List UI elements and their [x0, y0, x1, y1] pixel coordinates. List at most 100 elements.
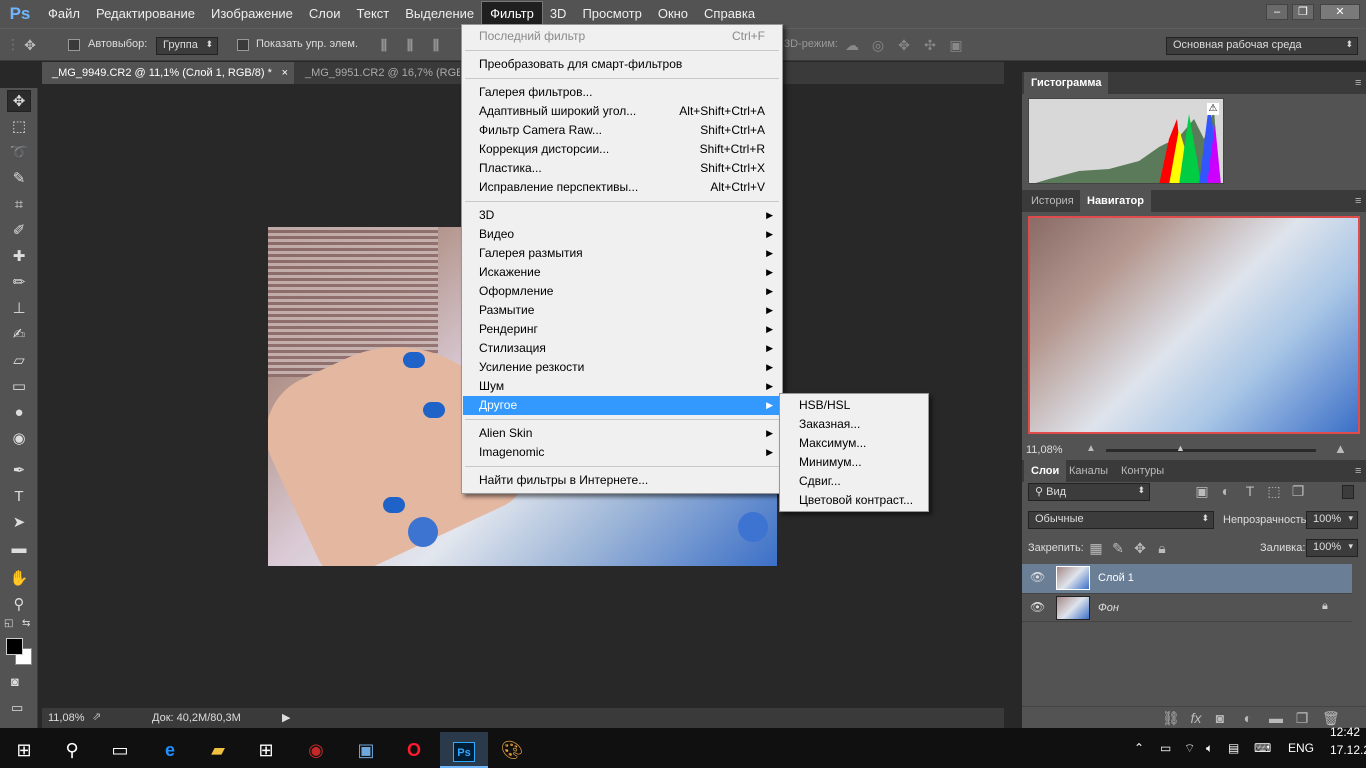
filter-type-icon[interactable]: T [1242, 483, 1258, 499]
rectangle-tool-icon[interactable]: ▬ [7, 538, 31, 560]
menu-category-6[interactable]: Рендеринг ▶ [463, 320, 781, 339]
close-button[interactable]: ✕ [1320, 4, 1360, 20]
roll-3d-icon[interactable]: ◎ [870, 37, 886, 53]
keyboard-icon[interactable]: ⌨ [1254, 728, 1271, 768]
tab-layers[interactable]: Слои [1024, 460, 1067, 482]
quick-mask-icon[interactable]: ◙ [11, 674, 19, 689]
tab-navigator[interactable]: Навигатор [1080, 190, 1151, 212]
zoom-slider[interactable] [1106, 449, 1316, 452]
menu-0[interactable]: Файл [40, 2, 88, 26]
menu-filter-1[interactable]: Адаптивный широкий угол... Alt+Shift+Ctrl… [463, 102, 781, 121]
slide-3d-icon[interactable]: ✣ [922, 37, 938, 53]
submenu-item-4[interactable]: Сдвиг... [781, 472, 927, 491]
submenu-item-0[interactable]: HSB/HSL [781, 396, 927, 415]
lock-all-icon[interactable]: 🔒︎ [1154, 540, 1170, 556]
visibility-eye-icon[interactable]: 👁︎ [1030, 570, 1045, 584]
menu-7[interactable]: 3D [542, 2, 575, 26]
menu-8[interactable]: Просмотр [574, 2, 649, 26]
autoselect-checkbox[interactable] [68, 39, 80, 51]
opera-icon[interactable]: O [390, 732, 438, 768]
default-colors-icon[interactable]: ◱ [4, 618, 13, 629]
warning-icon[interactable]: ⚠ [1207, 103, 1219, 115]
gradient-tool-icon[interactable]: ▭ [7, 376, 31, 398]
panel-menu-icon[interactable]: ≡ [1348, 190, 1366, 212]
menu-6[interactable]: Фильтр [481, 1, 543, 27]
type-tool-icon[interactable]: T [7, 486, 31, 508]
restore-button[interactable]: ❐ [1292, 4, 1314, 20]
fill-input[interactable]: 100% ▾ [1306, 539, 1358, 557]
pen-tool-icon[interactable]: ✒ [7, 460, 31, 482]
opacity-input[interactable]: 100% ▾ [1306, 511, 1358, 529]
adobe-reader-icon[interactable]: ◉ [292, 732, 340, 768]
menu-category-5[interactable]: Размытие ▶ [463, 301, 781, 320]
history-brush-tool-icon[interactable]: ✍ [7, 324, 31, 346]
submenu-item-2[interactable]: Максимум... [781, 434, 927, 453]
submenu-item-5[interactable]: Цветовой контраст... [781, 491, 927, 510]
show-hidden-icons[interactable]: ⌃ [1134, 728, 1144, 768]
layer-row-selected[interactable]: 👁︎ Слой 1 [1022, 564, 1352, 593]
eyedropper-tool-icon[interactable]: ✐ [7, 220, 31, 242]
edge-icon[interactable]: e [146, 732, 194, 768]
menu-plugin-0[interactable]: Alien Skin ▶ [463, 424, 781, 443]
filter-toggle[interactable] [1342, 485, 1354, 499]
task-view-icon[interactable]: ▭ [96, 732, 144, 768]
language-indicator[interactable]: ENG [1288, 728, 1314, 768]
crop-tool-icon[interactable]: ⌗ [7, 194, 31, 216]
align-vcenter-icon[interactable]: ⫼ [402, 37, 418, 53]
store-icon[interactable]: ⊞ [242, 732, 290, 768]
align-bottom-icon[interactable]: ⫼ [428, 37, 444, 53]
navigator-zoom[interactable]: 11,08% [1026, 444, 1063, 456]
zoom-out-icon[interactable]: ▲ [1086, 443, 1096, 454]
menu-category-2[interactable]: Галерея размытия ▶ [463, 244, 781, 263]
clock-date[interactable]: 17.12.2 [1330, 740, 1366, 760]
menu-last-filter[interactable]: Последний фильтр Ctrl+F [463, 27, 781, 46]
menu-convert-smart[interactable]: Преобразовать для смарт-фильтров [463, 55, 781, 74]
menu-3[interactable]: Слои [301, 2, 349, 26]
brush-tool-icon[interactable]: ✏ [7, 272, 31, 294]
filter-smart-icon[interactable]: ❐ [1290, 483, 1306, 499]
menu-plugin-1[interactable]: Imagenomic ▶ [463, 443, 781, 462]
close-tab-icon[interactable]: × [282, 62, 288, 84]
zoom-in-icon[interactable]: ▲ [1334, 441, 1347, 456]
zoom-readout[interactable]: 11,08% [48, 712, 85, 724]
wifi-icon[interactable]: ⌔ [1184, 728, 1195, 768]
menu-1[interactable]: Редактирование [88, 2, 203, 26]
menu-9[interactable]: Окно [650, 2, 696, 26]
menu-category-4[interactable]: Оформление ▶ [463, 282, 781, 301]
foreground-color-swatch[interactable] [6, 638, 23, 655]
export-icon[interactable]: ⇗ [92, 710, 101, 723]
move-tool-preset-icon[interactable]: ✥ [22, 37, 38, 53]
lock-transparent-icon[interactable]: ▦ [1088, 540, 1104, 556]
blur-tool-icon[interactable]: ● [7, 402, 31, 424]
paint-icon[interactable]: 🎨︎ [488, 732, 536, 768]
tab-paths[interactable]: Контуры [1114, 460, 1171, 482]
menu-find-online[interactable]: Найти фильтры в Интернете... [463, 471, 781, 490]
dodge-tool-icon[interactable]: ◉ [7, 428, 31, 450]
navigator-preview[interactable] [1028, 216, 1360, 434]
doc-tab[interactable]: _MG_9951.CR2 @ 16,7% (RGB/ [295, 62, 460, 84]
healing-brush-tool-icon[interactable]: ✚ [7, 246, 31, 268]
new-layer-icon[interactable]: ❐ [1294, 710, 1310, 726]
layer-kind-filter[interactable]: ⚲ Вид ⬍ [1028, 483, 1150, 501]
doc-tab-active[interactable]: _MG_9949.CR2 @ 11,1% (Слой 1, RGB/8) * × [42, 62, 294, 84]
lasso-tool-icon[interactable]: ➰ [7, 142, 31, 164]
marquee-tool-icon[interactable]: ⬚ [7, 116, 31, 138]
blend-mode-dropdown[interactable]: Обычные ⬍ [1028, 511, 1214, 529]
layer-row[interactable]: 👁︎ Фон 🔒︎ [1022, 593, 1352, 622]
menu-5[interactable]: Выделение [397, 2, 482, 26]
menu-category-3[interactable]: Искажение ▶ [463, 263, 781, 282]
zoom-slider-handle[interactable]: ▲ [1176, 443, 1185, 453]
menu-category-7[interactable]: Стилизация ▶ [463, 339, 781, 358]
zoom-tool-icon[interactable]: ⚲ [7, 594, 31, 616]
new-group-icon[interactable]: ▬ [1268, 710, 1284, 726]
minimize-button[interactable]: – [1266, 4, 1288, 20]
filter-adjust-icon[interactable]: ◐ [1218, 483, 1234, 499]
show-controls-checkbox[interactable] [237, 39, 249, 51]
quick-select-tool-icon[interactable]: ✎ [7, 168, 31, 190]
panel-menu-icon[interactable]: ≡ [1348, 72, 1366, 94]
tab-history[interactable]: История [1024, 190, 1081, 212]
autoselect-dropdown[interactable]: Группа ⬍ [156, 37, 218, 55]
notifications-icon[interactable]: ▤ [1228, 728, 1239, 768]
link-layers-icon[interactable]: ⛓ [1162, 710, 1180, 726]
tab-histogram[interactable]: Гистограмма [1024, 72, 1109, 94]
